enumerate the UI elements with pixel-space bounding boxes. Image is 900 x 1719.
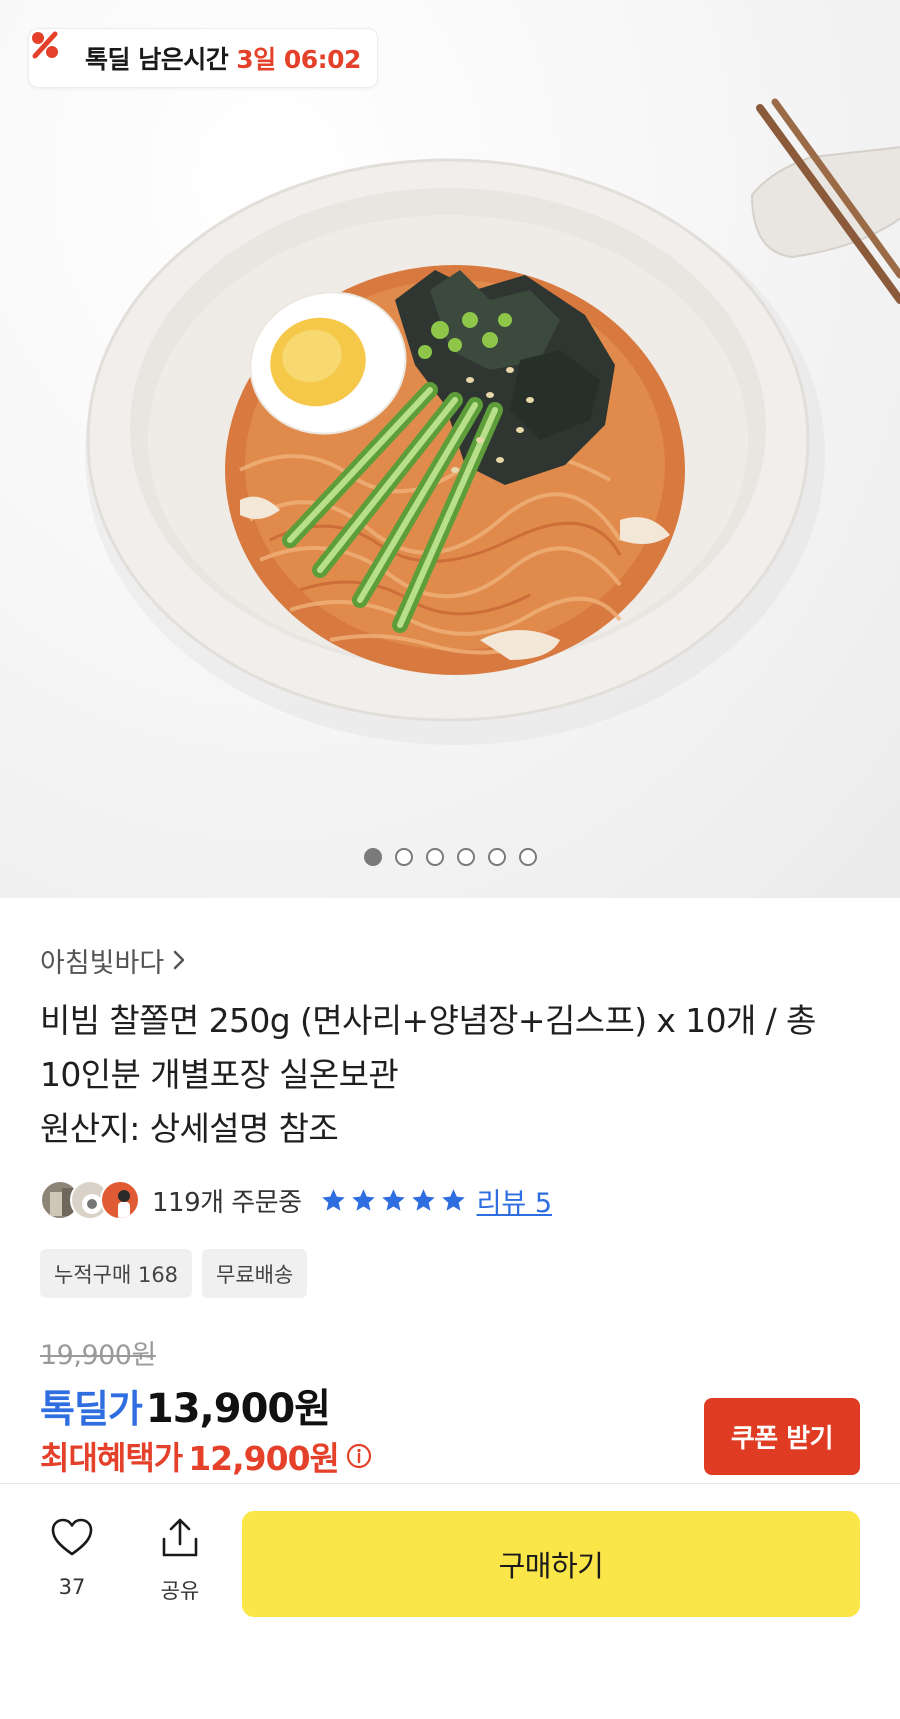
info-icon[interactable] (345, 1442, 373, 1470)
product-photo (85, 98, 900, 745)
deal-price-row: 톡딜가 13,900원 (40, 1376, 331, 1434)
product-origin: 원산지: 상세설명 참조 (40, 1109, 339, 1148)
divider (0, 1483, 900, 1484)
avatar (100, 1180, 140, 1220)
heart-icon (51, 1518, 93, 1556)
star-icon (351, 1188, 375, 1211)
max-benefit-price: 12,900원 (188, 1439, 340, 1478)
deal-timer-label: 톡딜 남은시간 (85, 45, 229, 74)
like-button[interactable]: 37 (40, 1515, 104, 1599)
carousel-pagination (0, 848, 900, 866)
deal-timer-value: 3일 06:02 (236, 45, 361, 74)
product-stats: 119개 주문중 리뷰 5 (40, 1178, 552, 1222)
deal-price: 13,900원 (145, 1386, 331, 1432)
deal-timer-badge: 톡딜 남은시간 3일 06:02 (28, 28, 378, 88)
percent-icon (32, 31, 77, 75)
chevron-right-icon (173, 950, 185, 970)
rating-stars (320, 1187, 467, 1214)
review-link[interactable]: 리뷰 5 (477, 1181, 552, 1220)
original-price: 19,900원 (40, 1340, 156, 1371)
product-image-carousel[interactable]: 톡딜 남은시간 3일 06:02 (0, 0, 900, 898)
order-count: 119개 주문중 (152, 1187, 302, 1218)
carousel-dot[interactable] (456, 848, 475, 866)
carousel-dot[interactable] (425, 848, 444, 866)
star-icon (441, 1188, 465, 1211)
carousel-dot[interactable] (487, 848, 506, 866)
buyer-avatars (40, 1178, 144, 1222)
product-title-line-2: 10인분 개별포장 실온보관 (40, 1055, 399, 1094)
max-benefit-label: 최대혜택가 (40, 1439, 183, 1477)
product-title: 비빔 찰쫄면 250g (면사리+양념장+김스프) x 10개 / 총 10인분… (40, 994, 870, 1102)
star-icon (411, 1188, 435, 1211)
star-icon (321, 1188, 345, 1211)
coupon-button[interactable]: 쿠폰 받기 (704, 1398, 860, 1475)
product-title-line-1: 비빔 찰쫄면 250g (면사리+양념장+김스프) x 10개 / 총 (40, 1001, 816, 1040)
seller-name: 아침빛바다 (40, 947, 165, 979)
max-benefit-row: 최대혜택가 12,900원 (40, 1432, 373, 1480)
tag-free-shipping: 무료배송 (202, 1249, 308, 1298)
tag-cumulative-purchases: 누적구매 168 (40, 1249, 193, 1298)
seller-link[interactable]: 아침빛바다 (40, 940, 870, 980)
buy-button[interactable]: 구매하기 (242, 1511, 860, 1617)
carousel-dot[interactable] (363, 848, 382, 866)
product-tags: 누적구매 168 무료배송 (40, 1249, 308, 1298)
star-icon (381, 1188, 405, 1211)
carousel-dot[interactable] (518, 848, 537, 866)
carousel-dot[interactable] (394, 848, 413, 866)
deal-price-label: 톡딜가 (40, 1387, 143, 1431)
share-button[interactable]: 공유 (148, 1515, 212, 1605)
share-label: 공유 (160, 1579, 200, 1603)
share-icon (162, 1518, 198, 1557)
product-info: 아침빛바다 비빔 찰쫄면 250g (면사리+양념장+김스프) x 10개 / … (40, 940, 870, 1156)
like-count: 37 (58, 1575, 86, 1599)
